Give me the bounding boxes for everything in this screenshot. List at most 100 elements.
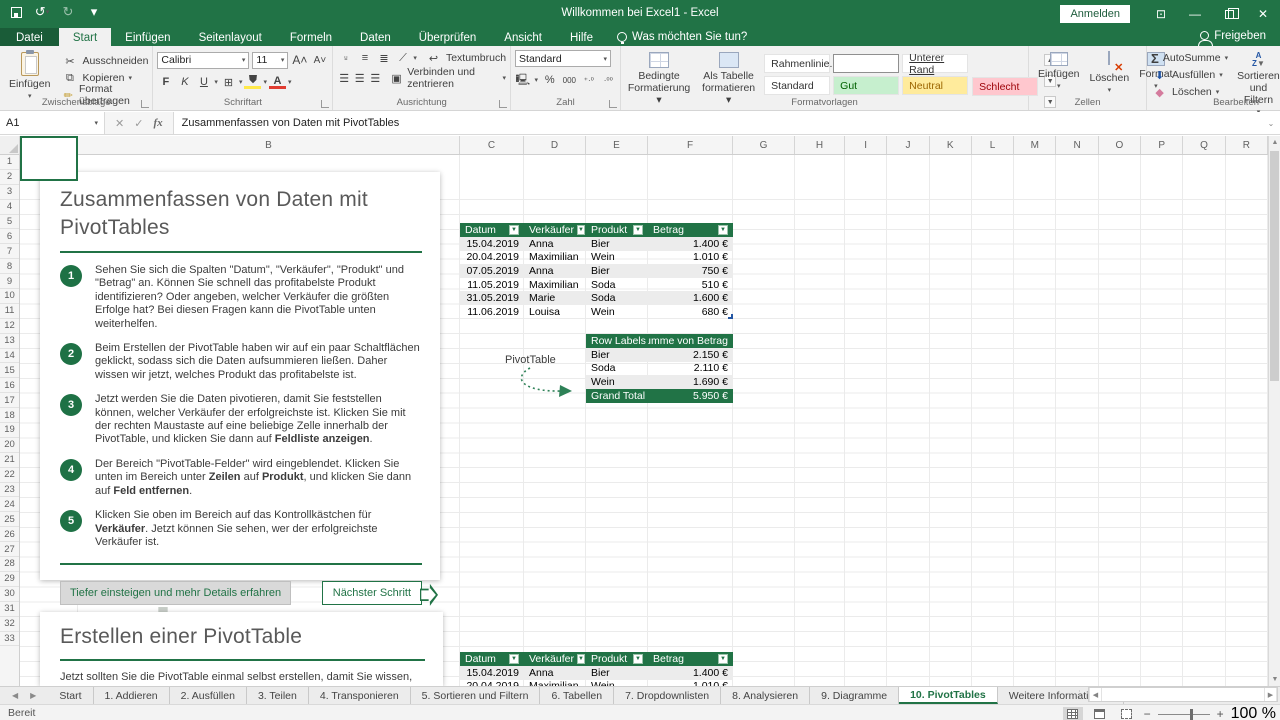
row-header[interactable]: 9 [0,274,19,289]
column-header[interactable]: G [733,136,795,154]
cancel-entry-icon[interactable]: ✕ [115,117,124,130]
sheet-tab-transponieren[interactable]: 4. Transponieren [309,687,411,704]
row-header[interactable]: 18 [0,408,19,423]
name-box[interactable]: A1 ▾ [0,112,105,134]
row-header[interactable]: 32 [0,617,19,632]
row-header[interactable]: 1 [0,155,19,170]
insert-function-icon[interactable]: fx [153,117,162,129]
filter-icon[interactable]: ▼ [509,225,519,235]
filter-icon[interactable]: ▼ [633,654,643,664]
tab-bar-splitter[interactable]: ⋮ [1075,689,1084,700]
tab-datei[interactable]: Datei [0,28,59,46]
borders-icon[interactable]: ⊞ [220,74,237,90]
sheet-tab-sortieren[interactable]: 5. Sortieren und Filtern [411,687,541,704]
font-color-icon[interactable]: A [269,76,286,89]
zoom-level[interactable]: 100 % [1231,705,1276,720]
font-dialog-launcher-icon[interactable] [321,100,329,108]
clipboard-dialog-launcher-icon[interactable] [141,100,149,108]
filter-icon[interactable]: ▼ [633,225,643,235]
formula-input[interactable]: Zusammenfassen von Daten mit PivotTables [174,112,1262,134]
column-header[interactable]: O [1099,136,1141,154]
style-gut[interactable]: Gut [833,76,899,95]
filter-icon[interactable]: ▼ [718,225,728,235]
tab-ueberpruefen[interactable]: Überprüfen [405,28,491,46]
style-rahmenlinie[interactable]: Rahmenlinie... [764,54,830,73]
table-row[interactable]: 07.05.2019 Anna Bier 750 € [460,264,733,278]
table-row[interactable]: 11.06.2019 Louisa Wein 680 € [460,305,733,319]
increase-font-icon[interactable]: A˄ [291,52,308,68]
next-step-button[interactable]: Nächster Schritt [322,581,422,605]
column-header[interactable]: K [930,136,972,154]
column-header[interactable]: L [972,136,1014,154]
row-header[interactable]: 6 [0,229,19,244]
decrease-font-icon[interactable]: A˅ [311,52,328,68]
style-standard[interactable]: Standard [764,76,830,95]
minimize-icon[interactable]: — [1178,0,1212,28]
vertical-scrollbar[interactable]: ▲ ▼ [1268,136,1280,686]
sheet-tab-addieren[interactable]: 1. Addieren [94,687,170,704]
row-header[interactable]: 28 [0,557,19,572]
zoom-slider-thumb[interactable] [1190,709,1193,720]
column-header[interactable]: I [845,136,887,154]
filter-icon[interactable]: ▼ [577,654,585,664]
sheet-tab-tabellen[interactable]: 6. Tabellen [540,687,614,704]
table-row[interactable]: 15.04.2019 Anna Bier 1.400 € [460,666,733,680]
pivot-row[interactable]: Wein 1.690 € [586,375,733,389]
pivot-grand-total-row[interactable]: Grand Total 5.950 € [586,389,733,403]
row-header[interactable]: 30 [0,587,19,602]
scroll-left-icon[interactable]: ◀ [1089,688,1102,701]
autosum-button[interactable]: ΣAutoSumme▾ [1151,50,1228,66]
filter-icon[interactable]: ▼ [577,225,585,235]
column-header[interactable]: C [460,136,524,154]
alignment-dialog-launcher-icon[interactable] [499,100,507,108]
row-header[interactable]: 17 [0,393,19,408]
fill-color-icon[interactable]: ⛊ [244,76,261,89]
delete-cells-button[interactable]: ✕ Löschen▾ [1085,50,1135,96]
tab-hilfe[interactable]: Hilfe [556,28,607,46]
row-header[interactable]: 15 [0,363,19,378]
row-header[interactable]: 26 [0,527,19,542]
row-header[interactable]: 14 [0,349,19,364]
scroll-up-icon[interactable]: ▲ [1269,136,1280,149]
row-header[interactable]: 25 [0,512,19,527]
filter-icon[interactable]: ▼ [718,654,728,664]
confirm-entry-icon[interactable]: ✓ [134,117,143,130]
decrease-decimal-icon[interactable]: ·⁰⁰ [601,72,617,88]
sign-in-button[interactable]: Anmelden [1060,5,1130,23]
row-header[interactable]: 4 [0,200,19,215]
style-blank[interactable] [833,54,899,73]
row-header[interactable]: 21 [0,453,19,468]
learn-more-button[interactable]: Tiefer einsteigen und mehr Details erfah… [60,581,291,605]
comma-style-icon[interactable]: 000 [562,72,578,88]
style-neutral[interactable]: Neutral [902,76,968,95]
row-header[interactable]: 20 [0,438,19,453]
percent-icon[interactable]: % [542,72,558,88]
align-center-icon[interactable]: ☰ [353,70,367,86]
align-left-icon[interactable]: ☰ [337,70,351,86]
row-header[interactable]: 3 [0,185,19,200]
close-icon[interactable]: ✕ [1246,0,1280,28]
table-row[interactable]: 20.04.2019 Maximilian Wein 1.010 € [460,251,733,265]
row-header[interactable]: 12 [0,319,19,334]
column-header[interactable]: Q [1183,136,1225,154]
row-header[interactable]: 31 [0,602,19,617]
next-sheet-icon[interactable]: ▶ [30,691,36,700]
style-unterer-rand[interactable]: Unterer Rand [902,54,968,73]
scroll-down-icon[interactable]: ▼ [1269,673,1280,686]
zoom-in-icon[interactable]: + [1217,709,1224,719]
normal-view-icon[interactable] [1063,707,1083,720]
column-header[interactable]: P [1141,136,1183,154]
orientation-icon[interactable]: ⟋ [394,50,411,66]
column-header[interactable]: R [1226,136,1268,154]
row-header[interactable]: 16 [0,378,19,393]
sheet-tab-teilen[interactable]: 3. Teilen [247,687,309,704]
increase-decimal-icon[interactable]: ⁺·⁰ [581,72,597,88]
tab-seitenlayout[interactable]: Seitenlayout [185,28,276,46]
sheet-tab-analysieren[interactable]: 8. Analysieren [721,687,810,704]
column-header[interactable]: D [524,136,586,154]
tab-formeln[interactable]: Formeln [276,28,346,46]
pivot-row[interactable]: Soda 2.110 € [586,362,733,376]
page-break-view-icon[interactable] [1117,707,1137,720]
select-all-corner[interactable] [0,136,20,154]
font-size-select[interactable]: 11▾ [252,52,288,69]
